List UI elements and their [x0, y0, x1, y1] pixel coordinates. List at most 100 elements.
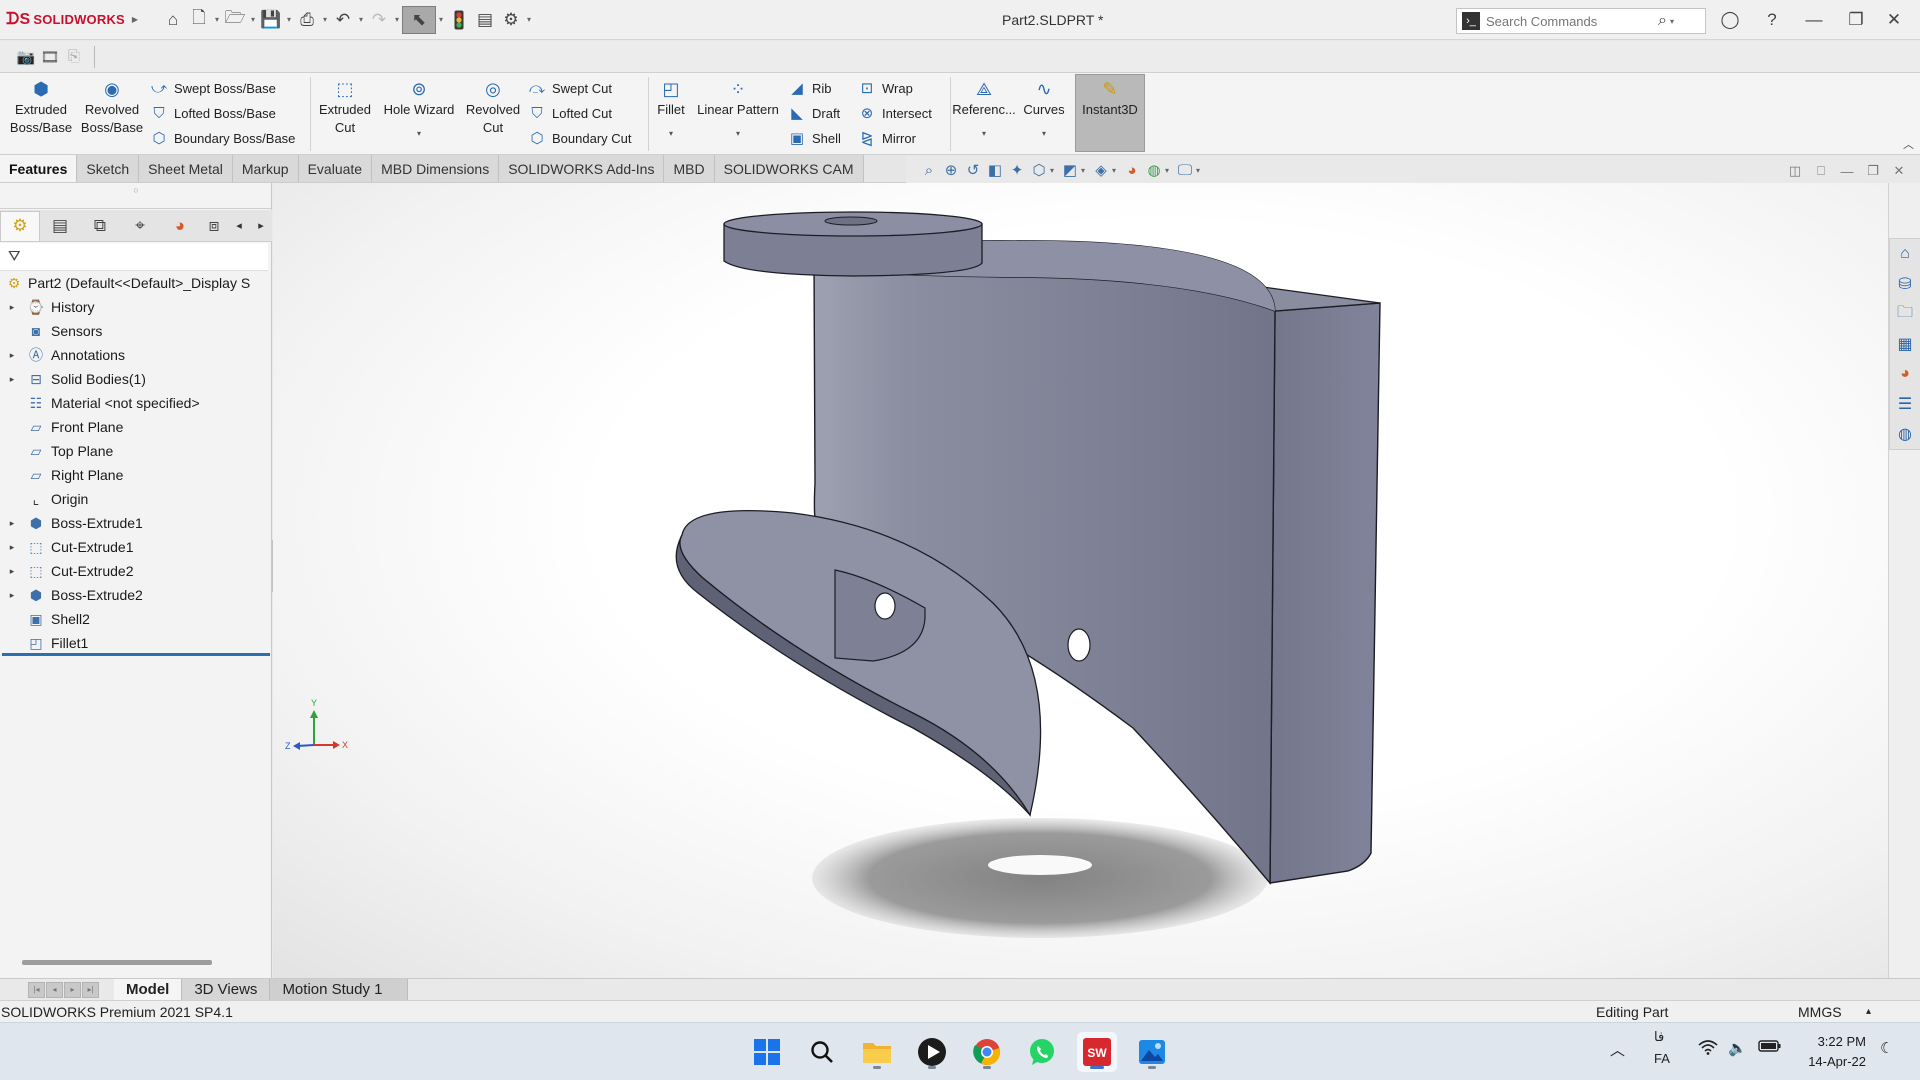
search-dropdown-icon[interactable]: ▾: [1667, 17, 1677, 26]
minimize-window-icon[interactable]: —: [1800, 8, 1828, 32]
restore-window-icon[interactable]: ❐: [1842, 8, 1870, 32]
tree-item-annotations[interactable]: ▸ Ⓐ Annotations: [0, 343, 272, 367]
view-palette-icon[interactable]: ▦: [1890, 329, 1920, 359]
swept-boss-button[interactable]: ⤻ Swept Boss/Base: [148, 77, 276, 99]
hole-wizard-button[interactable]: ⊚ Hole Wizard ▾: [380, 77, 458, 149]
display-style-icon[interactable]: ◩: [1059, 159, 1081, 181]
wifi-icon[interactable]: [1698, 1039, 1718, 1059]
tab-sheet-metal[interactable]: Sheet Metal: [139, 155, 233, 182]
revolved-cut-button[interactable]: ◎ Revolved Cut: [460, 77, 526, 149]
options-dropdown-icon[interactable]: ▾: [524, 15, 534, 24]
options-gear-icon[interactable]: ⚙: [498, 6, 524, 34]
extruded-cut-button[interactable]: ⬚ Extruded Cut: [314, 77, 376, 149]
panel-horizontal-scrollbar[interactable]: [22, 960, 212, 965]
print-dropdown-icon[interactable]: ▾: [320, 15, 330, 24]
viewport-minimize-icon[interactable]: —: [1836, 162, 1858, 180]
redo-icon[interactable]: ↷: [366, 6, 392, 34]
expand-arrow-icon[interactable]: ▸: [6, 350, 18, 361]
search-icon[interactable]: ⌕: [1658, 12, 1667, 30]
tree-item-boss-extrude2[interactable]: ▸ ⬢ Boss-Extrude2: [0, 583, 272, 607]
dimxpert-manager-tab-icon[interactable]: ⌖: [120, 211, 160, 241]
display-manager-tab-icon[interactable]: ◕: [160, 211, 200, 241]
intersect-button[interactable]: ⊗ Intersect: [856, 102, 932, 124]
solidworks-resources-icon[interactable]: ⌂: [1890, 239, 1920, 269]
apply-scene-icon[interactable]: ◍: [1143, 159, 1165, 181]
volume-icon[interactable]: 🔈: [1728, 1039, 1747, 1057]
whatsapp-icon[interactable]: [1022, 1032, 1062, 1072]
design-library-icon[interactable]: ⛁: [1890, 269, 1920, 299]
expand-arrow-icon[interactable]: ▸: [6, 374, 18, 385]
tabs-scroll-left-icon[interactable]: ◂: [228, 219, 250, 232]
search-icon[interactable]: [802, 1032, 842, 1072]
tabs-scroll-right-icon[interactable]: ▸: [250, 219, 272, 232]
tree-item-origin[interactable]: ⌞ Origin: [0, 487, 272, 511]
instant3d-button[interactable]: ✎ Instant3D: [1075, 74, 1145, 152]
cam-manager-tab-icon[interactable]: ⧈: [200, 211, 228, 241]
tree-item-fillet1[interactable]: ◰ Fillet1: [0, 631, 272, 655]
battery-icon[interactable]: [1758, 1039, 1782, 1057]
undo-dropdown-icon[interactable]: ▾: [356, 15, 366, 24]
lofted-boss-button[interactable]: ⛉ Lofted Boss/Base: [148, 102, 276, 124]
rebuild-traffic-light-icon[interactable]: [446, 6, 472, 34]
revolved-boss-button[interactable]: ◉ Revolved Boss/Base: [78, 77, 146, 149]
zoom-to-fit-icon[interactable]: ⌕: [918, 159, 940, 181]
tree-item-material[interactable]: ☷ Material <not specified>: [0, 391, 272, 415]
boundary-boss-button[interactable]: ⬡ Boundary Boss/Base: [148, 127, 295, 149]
expand-arrow-icon[interactable]: ▸: [6, 542, 18, 553]
solidworks-logo[interactable]: ᗪS SOLIDWORKS: [0, 11, 130, 29]
configuration-manager-tab-icon[interactable]: ⧉: [80, 211, 120, 241]
tree-filter[interactable]: ⛛: [0, 243, 268, 271]
tree-item-history[interactable]: ▸ ⌚ History: [0, 295, 272, 319]
units-menu-icon[interactable]: ▴: [1866, 1006, 1871, 1017]
property-manager-tab-icon[interactable]: ▤: [40, 211, 80, 241]
user-account-icon[interactable]: ◯: [1716, 8, 1744, 32]
next-tab-icon[interactable]: ▸: [64, 981, 81, 998]
curves-dropdown-icon[interactable]: ▾: [1042, 129, 1046, 139]
undo-icon[interactable]: ↶: [330, 6, 356, 34]
tree-item-sensors[interactable]: ◙ Sensors: [0, 319, 272, 343]
language-indicator-bottom[interactable]: FA: [1654, 1051, 1670, 1066]
scene-dropdown-icon[interactable]: ▾: [1165, 166, 1174, 175]
system-clock[interactable]: 3:22 PM 14-Apr-22: [1790, 1032, 1866, 1072]
extruded-boss-button[interactable]: ⬢ Extruded Boss/Base: [6, 77, 76, 149]
expand-arrow-icon[interactable]: ▸: [6, 302, 18, 313]
search-input[interactable]: [1486, 13, 1656, 29]
viewport-close-icon[interactable]: ✕: [1888, 162, 1910, 180]
tab-motion-study-1[interactable]: Motion Study 1: [270, 978, 408, 1001]
viewport-maximize-icon[interactable]: ❐: [1862, 162, 1884, 180]
panel-splitter[interactable]: ○: [0, 183, 272, 209]
tab-evaluate[interactable]: Evaluate: [298, 155, 373, 182]
view-orientation-icon[interactable]: ⬡: [1028, 159, 1050, 181]
tab-3d-views[interactable]: 3D Views: [182, 978, 271, 1001]
tab-mbd[interactable]: MBD: [664, 155, 715, 182]
new-dropdown-icon[interactable]: ▾: [212, 15, 222, 24]
redo-dropdown-icon[interactable]: ▾: [392, 15, 402, 24]
language-indicator-top[interactable]: فا: [1654, 1029, 1664, 1045]
custom-properties-icon[interactable]: ☰: [1890, 389, 1920, 419]
file-explorer-icon[interactable]: [857, 1032, 897, 1072]
hide-show-dropdown-icon[interactable]: ▾: [1112, 166, 1121, 175]
show-hidden-icons-chevron-icon[interactable]: ︿: [1610, 1039, 1625, 1060]
tree-root-part[interactable]: ⚙ Part2 (Default<<Default>_Display S: [0, 271, 272, 295]
forum-icon[interactable]: ◍: [1890, 419, 1920, 449]
tab-markup[interactable]: Markup: [232, 155, 299, 182]
media-player-icon[interactable]: [912, 1032, 952, 1072]
appearances-icon[interactable]: ◕: [1890, 359, 1920, 389]
search-commands-box[interactable]: ›_ ⌕ ▾: [1456, 8, 1706, 34]
last-tab-icon[interactable]: ▸|: [82, 981, 99, 998]
edit-appearance-icon[interactable]: ◕: [1121, 159, 1143, 181]
tree-item-cut-extrude1[interactable]: ▸ ⬚ Cut-Extrude1: [0, 535, 272, 559]
help-icon[interactable]: ?: [1758, 8, 1786, 32]
curves-button[interactable]: ∿ Curves ▾: [1018, 77, 1070, 149]
file-explorer-pane-icon[interactable]: 🗀: [1890, 299, 1920, 329]
rollback-bar[interactable]: [2, 653, 270, 656]
open-folder-icon[interactable]: 🗁: [222, 6, 248, 34]
display-style-dropdown-icon[interactable]: ▾: [1081, 166, 1090, 175]
rib-button[interactable]: ◢ Rib: [786, 77, 831, 99]
open-dropdown-icon[interactable]: ▾: [248, 15, 258, 24]
collapse-ribbon-icon[interactable]: ︿: [1903, 136, 1914, 152]
photos-icon[interactable]: [1132, 1032, 1172, 1072]
feature-manager-tab-icon[interactable]: ⚙: [0, 210, 40, 241]
notifications-icon[interactable]: ☾: [1880, 1039, 1893, 1057]
section-view-icon[interactable]: ◧: [984, 159, 1006, 181]
